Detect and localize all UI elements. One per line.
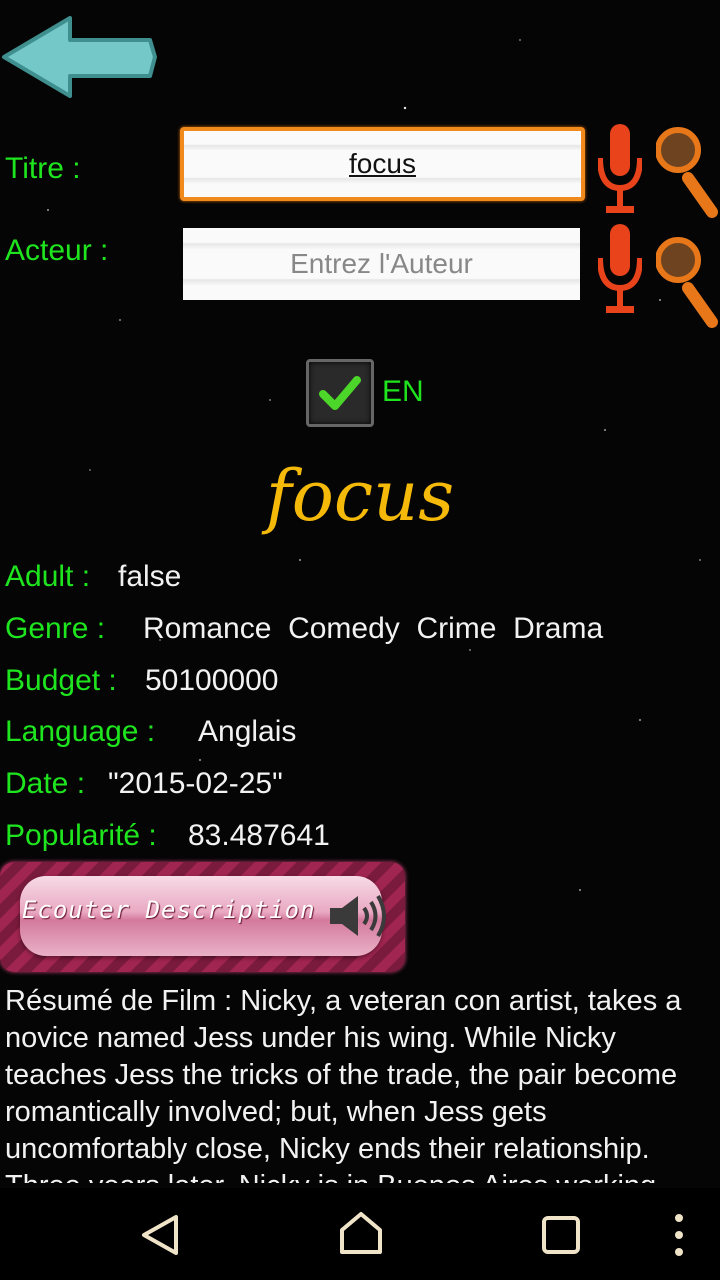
adult-value: false [118, 560, 182, 593]
actor-label: Acteur : [5, 234, 109, 267]
genre-label: Genre : [5, 612, 106, 645]
listen-button-label: Ecouter Description [22, 896, 316, 924]
english-checkbox[interactable] [306, 359, 374, 427]
date-label: Date : [5, 767, 86, 800]
popularity-value: 83.487641 [188, 819, 330, 852]
language-label: Language : [5, 715, 156, 748]
navigation-bar [0, 1188, 720, 1280]
english-label: EN [382, 375, 424, 408]
microphone-icon[interactable] [598, 224, 642, 316]
search-magnifier-icon[interactable] [656, 118, 718, 218]
title-input[interactable]: focus [180, 127, 585, 201]
back-arrow-icon[interactable] [0, 14, 160, 100]
genre-value: Romance Comedy Crime Drama [143, 612, 604, 645]
movie-summary: Résumé de Film : Nicky, a veteran con ar… [5, 985, 682, 1183]
title-label: Titre : [5, 152, 81, 185]
nav-recents-icon[interactable] [540, 1214, 582, 1256]
movie-title: focus [265, 455, 455, 537]
actor-input[interactable]: Entrez l'Auteur [183, 228, 580, 300]
budget-label: Budget : [5, 664, 117, 697]
microphone-icon[interactable] [598, 124, 642, 216]
nav-menu-icon[interactable] [672, 1212, 686, 1258]
date-value: "2015-02-25" [108, 767, 283, 800]
popularity-label: Popularité : [5, 819, 157, 852]
nav-home-icon[interactable] [338, 1210, 384, 1256]
budget-value: 50100000 [145, 664, 279, 697]
actor-input-placeholder: Entrez l'Auteur [290, 248, 473, 279]
nav-back-icon[interactable] [138, 1212, 184, 1258]
checkmark-icon [319, 376, 361, 410]
speaker-icon [330, 894, 386, 938]
language-value: Anglais [198, 715, 297, 748]
adult-label: Adult : [5, 560, 91, 593]
title-input-value: focus [349, 148, 416, 179]
search-magnifier-icon[interactable] [656, 228, 718, 328]
